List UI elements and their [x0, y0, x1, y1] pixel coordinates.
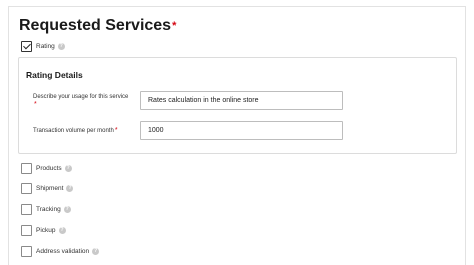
help-icon[interactable]: ? — [63, 205, 71, 213]
shipment-checkbox[interactable] — [21, 182, 32, 194]
tracking-checkbox[interactable] — [21, 203, 32, 215]
help-icon[interactable]: ? — [64, 164, 72, 172]
products-checkbox[interactable] — [21, 162, 32, 174]
pickup-checkbox[interactable] — [21, 224, 32, 236]
help-icon[interactable]: ? — [58, 226, 66, 234]
service-shipment[interactable]: Shipment ? — [21, 182, 74, 194]
service-label: Shipment — [36, 184, 64, 192]
volume-input[interactable]: 1000 — [140, 121, 343, 140]
help-icon[interactable]: ? — [66, 184, 74, 192]
service-pickup[interactable]: Pickup ? — [21, 224, 66, 236]
required-asterisk: * — [172, 20, 177, 32]
volume-label: Transaction volume per month* — [33, 127, 118, 135]
service-label: Pickup — [36, 226, 56, 234]
service-products[interactable]: Products ? — [21, 162, 72, 174]
rating-details-title: Rating Details — [26, 70, 83, 80]
help-icon[interactable]: ? — [57, 42, 65, 50]
volume-label-text: Transaction volume per month — [33, 128, 114, 134]
service-label: Rating — [36, 42, 55, 50]
rating-details-box: Rating Details Describe your usage for t… — [18, 57, 457, 154]
address-validation-checkbox[interactable] — [21, 245, 32, 257]
usage-label-text: Describe your usage for this service — [33, 94, 129, 100]
section-title-text: Requested Services — [19, 17, 172, 34]
rating-checkbox[interactable] — [21, 40, 32, 52]
required-asterisk: * — [114, 127, 118, 134]
service-address-validation[interactable]: Address validation ? — [21, 245, 100, 257]
service-label: Tracking — [36, 205, 61, 213]
usage-label: Describe your usage for this service * — [33, 93, 128, 109]
service-tracking[interactable]: Tracking ? — [21, 203, 71, 215]
section-title: Requested Services* — [19, 16, 176, 36]
service-label: Products — [36, 164, 62, 172]
usage-input[interactable]: Rates calculation in the online store — [140, 91, 343, 110]
service-label: Address validation — [36, 247, 90, 255]
required-asterisk: * — [34, 101, 37, 108]
service-rating[interactable]: Rating ? — [21, 40, 65, 52]
help-icon[interactable]: ? — [92, 247, 100, 255]
